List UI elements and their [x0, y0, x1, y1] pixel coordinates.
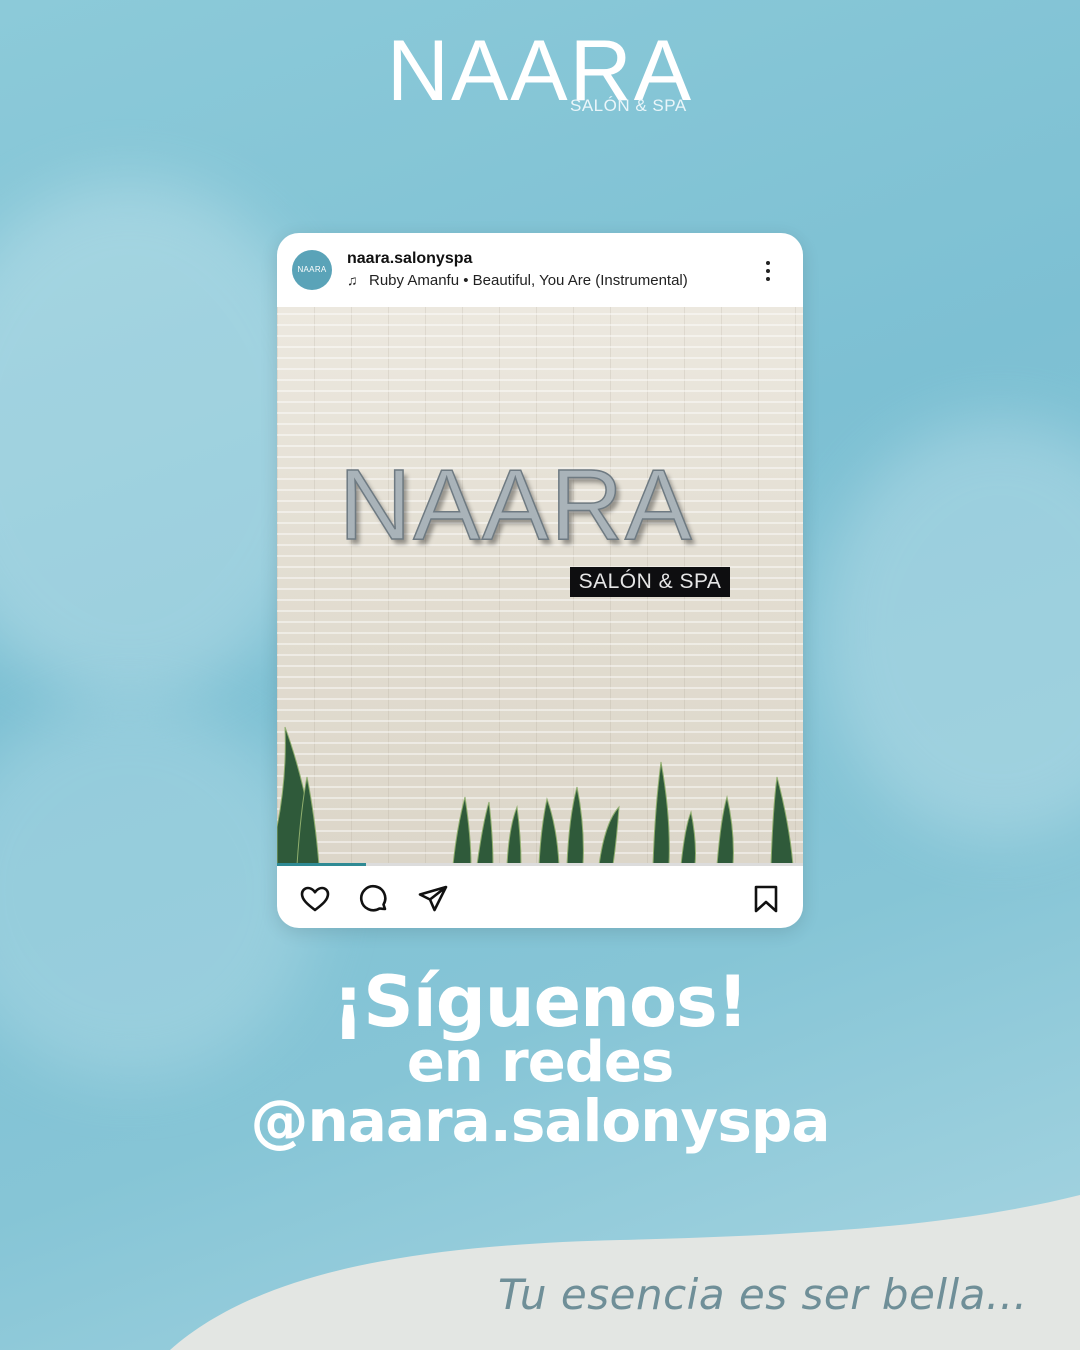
- social-handle: @naara.salonyspa: [250, 1087, 830, 1155]
- more-options-button[interactable]: [758, 257, 778, 285]
- post-header: NAARA naara.salonyspa ♫ Ruby Amanfu • Bea…: [277, 233, 803, 307]
- background-shape: [820, 420, 1080, 840]
- brand-logo: NAARA SALÓN & SPA: [0, 23, 1080, 119]
- music-line[interactable]: ♫ Ruby Amanfu • Beautiful, You Are (Instr…: [347, 272, 688, 289]
- music-note-icon: ♫: [347, 272, 358, 288]
- bottom-wave: [170, 1195, 1080, 1350]
- instagram-post-card: NAARA naara.salonyspa ♫ Ruby Amanfu • Bea…: [277, 233, 803, 928]
- username[interactable]: naara.salonyspa: [347, 250, 472, 268]
- plant-leaves: [277, 726, 794, 865]
- page-background: NAARA SALÓN & SPA NAARA naara.salonyspa …: [0, 0, 1080, 1350]
- like-button[interactable]: [299, 883, 331, 915]
- more-vertical-icon: [766, 269, 770, 273]
- music-label: Ruby Amanfu • Beautiful, You Are (Instru…: [369, 272, 688, 289]
- avatar[interactable]: NAARA: [292, 250, 332, 290]
- send-icon: [418, 885, 448, 912]
- carousel-progress: [277, 863, 803, 866]
- brand-subtitle: SALÓN & SPA: [570, 96, 687, 115]
- share-button[interactable]: [417, 883, 449, 915]
- carousel-progress-fill: [277, 863, 367, 866]
- more-vertical-icon: [766, 277, 770, 281]
- heart-icon: [300, 886, 330, 912]
- comment-icon: [359, 884, 387, 912]
- tagline: Tu esencia es ser bella...: [498, 1270, 1028, 1319]
- more-vertical-icon: [766, 261, 770, 265]
- comment-button[interactable]: [358, 883, 390, 915]
- save-button[interactable]: [750, 883, 782, 915]
- brand-name: NAARA: [386, 23, 694, 119]
- post-photo[interactable]: NAARA SALÓN & SPA: [277, 307, 803, 865]
- bookmark-icon: [754, 885, 778, 913]
